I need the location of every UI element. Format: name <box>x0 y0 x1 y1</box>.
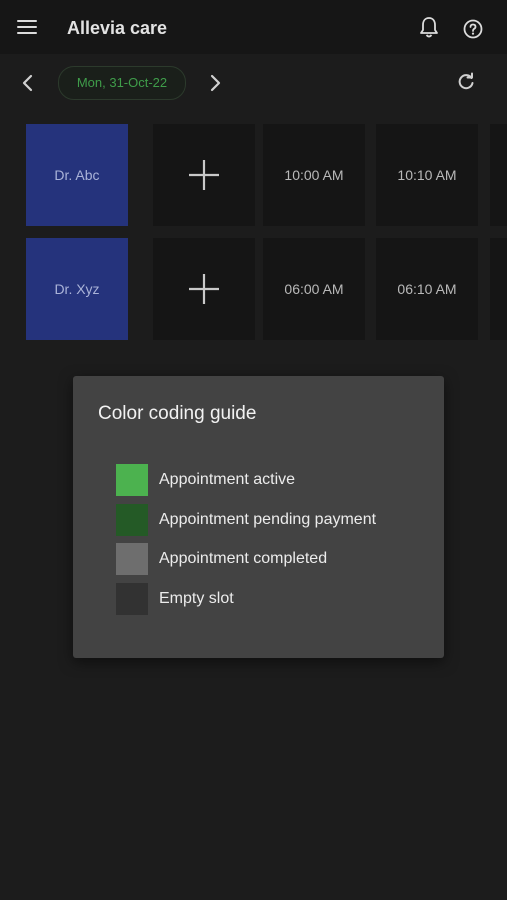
doctor-tile[interactable]: Dr. Xyz <box>26 238 128 340</box>
legend-label: Empty slot <box>159 590 234 607</box>
add-slot-button[interactable] <box>153 124 255 226</box>
plus-icon <box>189 160 219 190</box>
color-swatch <box>116 583 148 615</box>
help-circle-icon[interactable] <box>463 19 483 39</box>
date-navigation-bar: Mon, 31-Oct-22 <box>0 54 507 112</box>
add-slot-button[interactable] <box>153 238 255 340</box>
bell-icon[interactable] <box>418 15 440 39</box>
color-swatch <box>116 464 148 496</box>
dialog-title: Color coding guide <box>98 403 257 424</box>
app-title: Allevia care <box>67 18 168 38</box>
time-slot[interactable]: 10:10 AM <box>376 124 478 226</box>
time-slot[interactable]: 06:00 AM <box>263 238 365 340</box>
color-swatch <box>116 504 148 536</box>
legend-label: Appointment active <box>159 471 296 488</box>
time-slot[interactable]: 10:00 AM <box>263 124 365 226</box>
app-bar: Allevia care <box>0 0 507 54</box>
schedule-row: Dr. Xyz 06:00 AM 06:10 AM <box>0 238 507 341</box>
color-guide-dialog: Color coding guide Appointment active Ap… <box>73 376 444 658</box>
time-slot-partial[interactable] <box>490 124 507 226</box>
date-selector[interactable]: Mon, 31-Oct-22 <box>58 66 186 100</box>
chevron-left-icon[interactable] <box>18 72 38 94</box>
color-swatch <box>116 543 148 575</box>
plus-icon <box>189 274 219 304</box>
schedule-row: Dr. Abc 10:00 AM 10:10 AM <box>0 124 507 227</box>
chevron-right-icon[interactable] <box>205 72 225 94</box>
refresh-icon[interactable] <box>456 72 476 92</box>
legend-label: Appointment completed <box>159 550 328 567</box>
legend-label: Appointment pending payment <box>159 511 377 528</box>
hamburger-menu-icon[interactable] <box>17 20 37 34</box>
time-slot[interactable]: 06:10 AM <box>376 238 478 340</box>
doctor-tile[interactable]: Dr. Abc <box>26 124 128 226</box>
time-slot-partial[interactable] <box>490 238 507 340</box>
